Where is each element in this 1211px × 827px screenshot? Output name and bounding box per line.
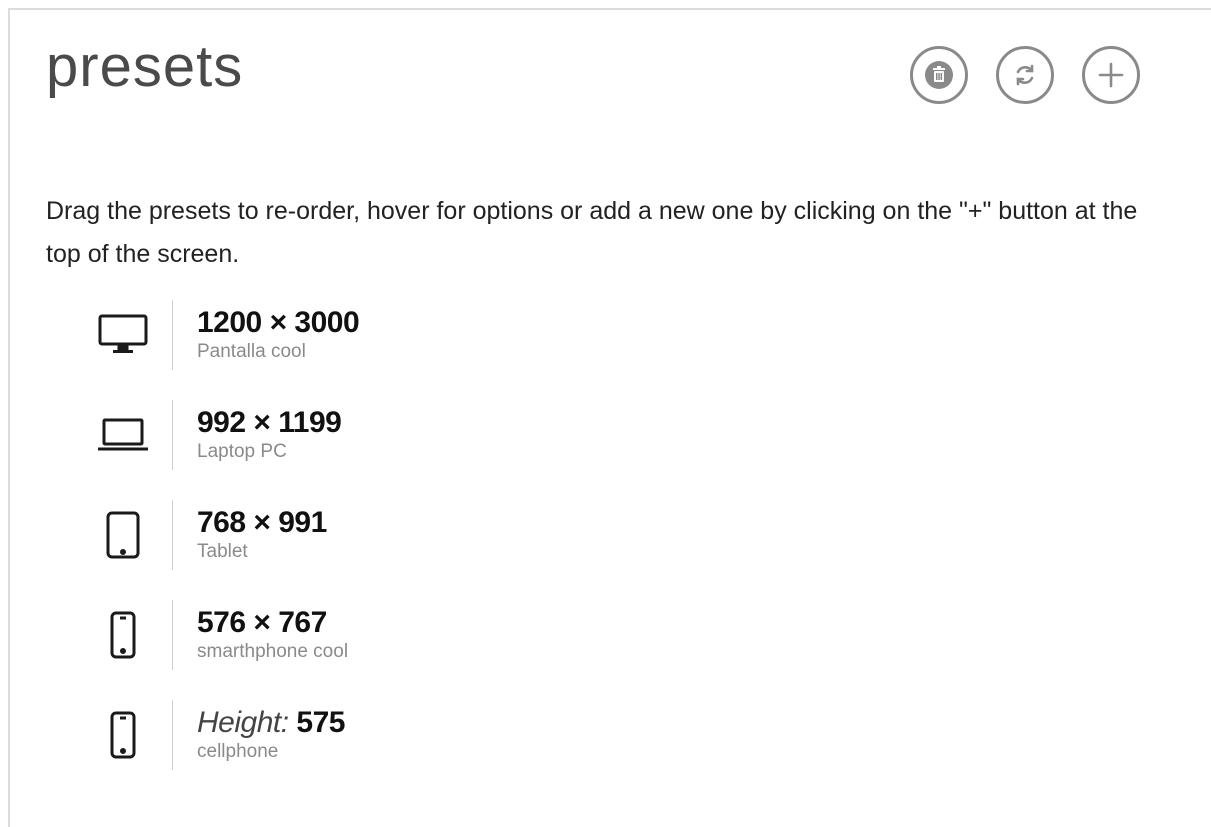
preset-name: smarthphone cool <box>197 641 349 662</box>
reset-button[interactable] <box>996 46 1054 104</box>
add-button[interactable] <box>1082 46 1140 104</box>
preset-size: 576 × 767 <box>197 606 327 639</box>
item-divider <box>172 500 173 570</box>
smartphone-icon <box>88 700 158 770</box>
preset-name: Tablet <box>197 541 248 562</box>
plus-icon <box>1098 62 1124 88</box>
item-divider <box>172 300 173 370</box>
preset-item[interactable]: 1200 × 3000 Pantalla cool <box>88 300 360 370</box>
preset-item[interactable]: 576 × 767 smarthphone cool <box>88 600 359 670</box>
preset-item[interactable]: 768 × 991 Tablet <box>88 500 359 570</box>
smartphone-icon <box>88 600 158 670</box>
refresh-icon <box>1016 64 1034 86</box>
preset-name: Laptop PC <box>197 441 287 462</box>
desktop-icon <box>88 300 158 370</box>
preset-size: 768 × 991 <box>197 506 327 539</box>
help-text: Drag the presets to re-order, hover for … <box>46 197 1138 268</box>
preset-size: 992 × 1199 <box>197 406 342 439</box>
item-divider <box>172 400 173 470</box>
presets-list: 1200 × 3000 Pantalla cool 992 × 1199 Lap… <box>88 300 360 800</box>
item-divider <box>172 700 173 770</box>
laptop-icon <box>88 400 158 470</box>
page-title: presets <box>46 34 244 99</box>
preset-size: Height: 575 <box>197 706 345 740</box>
height-value: 575 <box>296 706 345 739</box>
preset-item[interactable]: Height: 575 cellphone <box>88 700 359 770</box>
trash-icon <box>925 61 953 89</box>
delete-button[interactable] <box>910 46 968 104</box>
preset-size: 1200 × 3000 <box>197 306 360 339</box>
header-actions <box>910 46 1140 104</box>
tablet-icon <box>88 500 158 570</box>
height-label: Height: <box>197 706 289 739</box>
preset-item[interactable]: 992 × 1199 Laptop PC <box>88 400 359 470</box>
item-divider <box>172 600 173 670</box>
preset-name: Pantalla cool <box>197 341 306 362</box>
preset-name: cellphone <box>197 741 279 762</box>
